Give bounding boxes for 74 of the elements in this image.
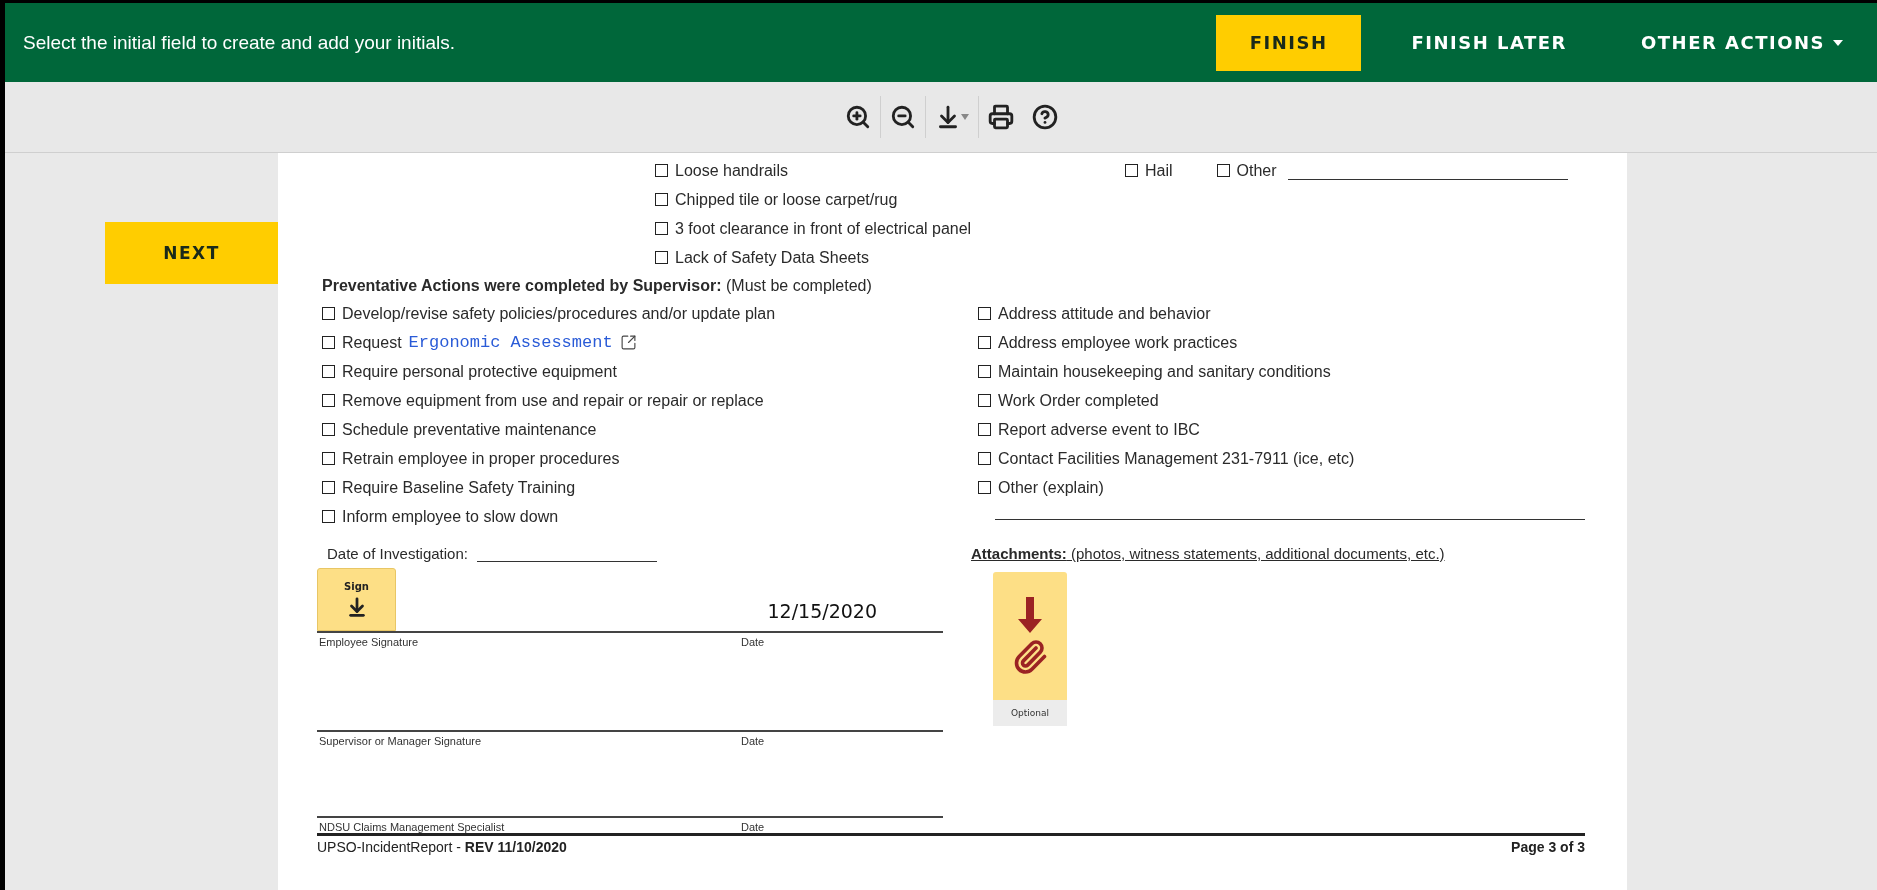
checkbox-label: Retrain employee in proper procedures bbox=[342, 449, 620, 468]
checkbox-label: Address employee work practices bbox=[998, 333, 1238, 352]
ergonomic-assessment-link[interactable]: Ergonomic Assessment bbox=[408, 333, 613, 352]
checkbox-label: Schedule preventative maintenance bbox=[342, 420, 597, 439]
checkbox[interactable] bbox=[978, 365, 991, 378]
checkbox-label: Hail bbox=[1145, 161, 1173, 180]
checkbox[interactable] bbox=[978, 336, 991, 349]
checkbox[interactable] bbox=[322, 307, 335, 320]
checkbox[interactable] bbox=[322, 394, 335, 407]
optional-tag: Optional bbox=[993, 700, 1067, 726]
next-button[interactable]: NEXT bbox=[105, 222, 278, 284]
checkbox-label: Work Order completed bbox=[998, 391, 1159, 410]
finish-button[interactable]: FINISH bbox=[1215, 14, 1362, 71]
signature-caption: Supervisor or Manager Signature bbox=[319, 735, 483, 747]
checkbox[interactable] bbox=[655, 222, 668, 235]
caret-icon bbox=[1833, 39, 1843, 46]
zoom-out-icon bbox=[889, 104, 916, 130]
checkbox-label: Inform employee to slow down bbox=[342, 507, 559, 526]
checkbox-label: Other bbox=[1236, 161, 1277, 180]
checkbox[interactable] bbox=[978, 452, 991, 465]
date-value: 12/15/2020 bbox=[767, 600, 877, 622]
printer-icon bbox=[987, 104, 1014, 130]
checkbox[interactable] bbox=[1216, 164, 1230, 177]
checkbox-label: Chipped tile or loose carpet/rug bbox=[675, 190, 898, 209]
checkbox-label: Require Baseline Safety Training bbox=[342, 478, 576, 497]
checkbox-label: Request bbox=[342, 333, 402, 352]
signature-line[interactable]: Sign 12/15/2020 bbox=[317, 562, 943, 633]
checkbox[interactable] bbox=[978, 481, 991, 494]
checkbox[interactable] bbox=[322, 481, 335, 494]
checkbox[interactable] bbox=[978, 394, 991, 407]
checkbox-label: Report adverse event to IBC bbox=[998, 420, 1200, 439]
checkbox-label: Lack of Safety Data Sheets bbox=[675, 248, 869, 267]
checkbox[interactable] bbox=[655, 251, 668, 264]
paperclip-icon bbox=[1012, 639, 1048, 675]
checkbox-label: Develop/revise safety policies/procedures and/or update plan bbox=[342, 304, 776, 323]
checkbox-label: Address attitude and behavior bbox=[998, 304, 1211, 323]
arrow-down-icon bbox=[1018, 597, 1042, 633]
checkbox[interactable] bbox=[322, 336, 335, 349]
checkbox[interactable] bbox=[322, 510, 335, 523]
checkbox[interactable] bbox=[655, 193, 668, 206]
checkbox[interactable] bbox=[322, 452, 335, 465]
checkbox[interactable] bbox=[322, 423, 335, 436]
date-caption: Date bbox=[741, 735, 765, 747]
attachments-heading: Attachments: (photos, witness statements, additional documents, etc.) bbox=[971, 545, 1446, 562]
page-number: Page 3 of 3 bbox=[1511, 839, 1585, 855]
finish-later-button[interactable]: FINISH LATER bbox=[1377, 14, 1601, 71]
checkbox-label: 3 foot clearance in front of electrical panel bbox=[675, 219, 972, 238]
instruction-message: Select the initial field to create and add your initials. bbox=[23, 31, 456, 54]
checkbox-label: Other (explain) bbox=[998, 478, 1104, 497]
checkbox-label: Contact Facilities Management 231-7911 (ice, etc) bbox=[998, 449, 1355, 468]
checkbox[interactable] bbox=[655, 164, 668, 177]
zoom-in-icon bbox=[844, 104, 871, 130]
checkbox[interactable] bbox=[978, 423, 991, 436]
field-label: Date of Investigation: bbox=[327, 545, 468, 562]
date-caption: Date bbox=[741, 821, 765, 833]
sign-button[interactable]: Sign bbox=[317, 568, 396, 631]
checkbox-label: Loose handrails bbox=[675, 161, 788, 180]
section-heading: Preventative Actions were completed by Supervisor: (Must be completed) bbox=[322, 275, 873, 296]
checkbox[interactable] bbox=[978, 307, 991, 320]
signature-caption: NDSU Claims Management Specialist bbox=[319, 821, 506, 833]
checkbox-label: Require personal protective equipment bbox=[342, 362, 617, 381]
fill-in-line[interactable] bbox=[995, 518, 1585, 520]
signature-caption: Employee Signature bbox=[319, 636, 420, 648]
checkbox-label: Remove equipment from use and repair or repair or replace bbox=[342, 391, 764, 410]
date-caption: Date bbox=[741, 636, 765, 648]
caret-icon bbox=[960, 114, 969, 120]
help-icon bbox=[1031, 104, 1058, 130]
attachment-button[interactable] bbox=[993, 572, 1067, 700]
checkbox-label: Maintain housekeeping and sanitary conditions bbox=[998, 362, 1331, 381]
other-actions-menu[interactable]: OTHER ACTIONS bbox=[1607, 14, 1877, 71]
external-link-icon bbox=[619, 334, 637, 351]
checkbox[interactable] bbox=[1125, 164, 1138, 177]
document-revision: UPSO-IncidentReport - REV 11/10/2020 bbox=[317, 839, 567, 855]
checkbox[interactable] bbox=[322, 365, 335, 378]
